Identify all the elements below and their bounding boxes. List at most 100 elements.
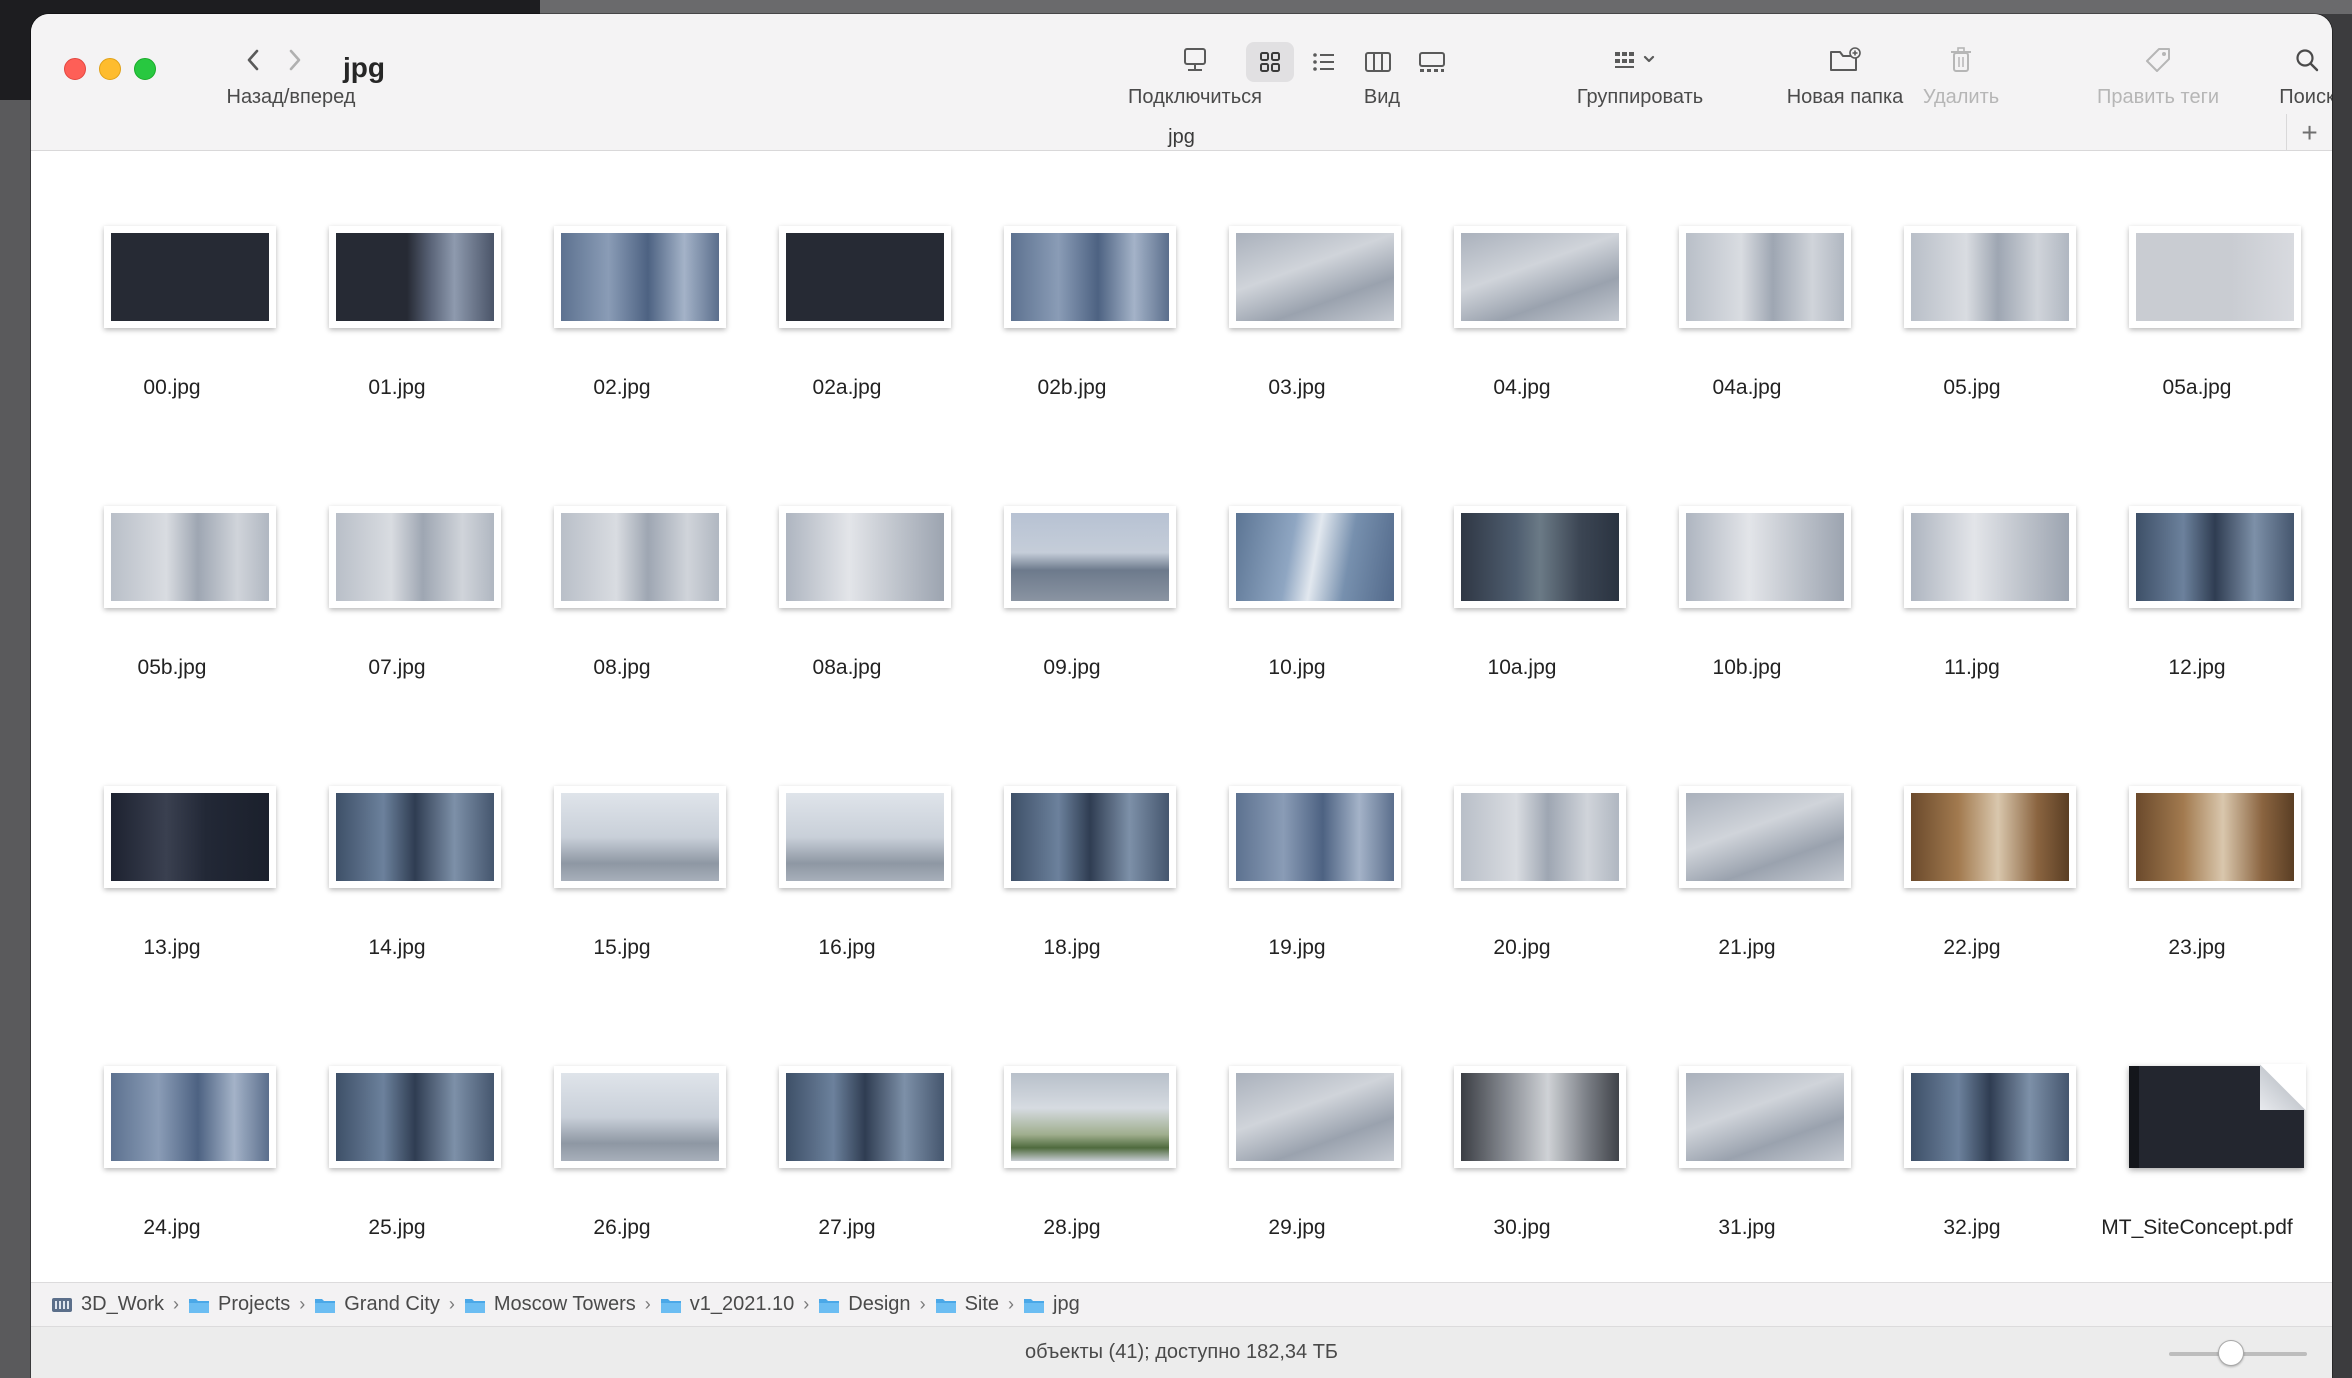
file-item-pdf[interactable]: MT_SiteConcept.pdf — [2084, 982, 2309, 1239]
file-item[interactable]: 18.jpg — [959, 702, 1184, 959]
file-item[interactable]: 29.jpg — [1184, 982, 1409, 1239]
tag-icon — [2138, 42, 2178, 78]
file-item[interactable]: 23.jpg — [2084, 702, 2309, 959]
file-item[interactable]: 02b.jpg — [959, 142, 1184, 399]
file-item[interactable]: 07.jpg — [284, 422, 509, 679]
thumbnail-image — [1911, 513, 2069, 601]
file-thumbnail — [1679, 506, 1851, 608]
file-item[interactable]: 28.jpg — [959, 982, 1184, 1239]
breadcrumb-separator-icon: › — [644, 1294, 651, 1314]
file-item[interactable]: 10.jpg — [1184, 422, 1409, 679]
breadcrumb-item[interactable]: Grand City — [314, 1293, 440, 1316]
thumbnail-image — [786, 1073, 944, 1161]
file-thumbnail — [1904, 226, 2076, 328]
file-item[interactable]: 12.jpg — [2084, 422, 2309, 679]
file-item[interactable]: 30.jpg — [1409, 982, 1634, 1239]
file-item[interactable]: 10b.jpg — [1634, 422, 1859, 679]
minimize-button[interactable] — [99, 58, 121, 80]
file-item[interactable]: 02.jpg — [509, 142, 734, 399]
file-item[interactable]: 22.jpg — [1859, 702, 2084, 959]
gallery-view-button[interactable] — [1408, 42, 1456, 82]
file-item[interactable]: 05.jpg — [1859, 142, 2084, 399]
file-grid: 00.jpg 01.jpg 02.jpg 02a.jpg 02b.jpg 03.jpg 04… — [31, 152, 2332, 1282]
file-thumbnail — [1904, 1066, 2076, 1168]
pdf-thumbnail — [2129, 1064, 2306, 1168]
thumbnail-image — [1236, 513, 1394, 601]
file-item[interactable]: 21.jpg — [1634, 702, 1859, 959]
breadcrumb-separator: › — [794, 1294, 818, 1315]
group-label: Группировать — [1576, 86, 1704, 108]
file-item[interactable]: 32.jpg — [1859, 982, 2084, 1239]
file-name: 02b.jpg — [1037, 376, 1107, 399]
breadcrumb-item[interactable]: jpg — [1023, 1293, 1080, 1316]
file-thumbnail — [104, 506, 276, 608]
chevron-right-icon — [289, 49, 301, 71]
file-thumbnail — [329, 786, 501, 888]
file-thumbnail — [554, 506, 726, 608]
breadcrumb-label: Design — [848, 1293, 911, 1315]
breadcrumb-label: v1_2021.10 — [689, 1293, 795, 1315]
file-item[interactable]: 20.jpg — [1409, 702, 1634, 959]
file-name: 08a.jpg — [812, 656, 882, 679]
file-item[interactable]: 19.jpg — [1184, 702, 1409, 959]
thumbnail-image — [336, 513, 494, 601]
file-name: 12.jpg — [2168, 656, 2226, 679]
file-item[interactable]: 27.jpg — [734, 982, 959, 1239]
file-thumbnail — [329, 506, 501, 608]
breadcrumb-item[interactable]: Design — [818, 1293, 911, 1316]
breadcrumb-item[interactable]: 3D_Work — [51, 1293, 164, 1316]
file-item[interactable]: 03.jpg — [1184, 142, 1409, 399]
file-item[interactable]: 15.jpg — [509, 702, 734, 959]
file-item[interactable]: 00.jpg — [59, 142, 284, 399]
breadcrumb-separator-icon: › — [1008, 1294, 1015, 1314]
thumbnail-image — [1686, 233, 1844, 321]
close-button[interactable] — [64, 58, 86, 80]
icon-size-slider-knob[interactable] — [2218, 1340, 2245, 1366]
view-mode-control[interactable] — [1246, 42, 1474, 82]
thumbnail-image — [1011, 793, 1169, 881]
file-item[interactable]: 08a.jpg — [734, 422, 959, 679]
list-view-button[interactable] — [1300, 42, 1348, 82]
file-item[interactable]: 04.jpg — [1409, 142, 1634, 399]
file-item[interactable]: 24.jpg — [59, 982, 284, 1239]
file-item[interactable]: 13.jpg — [59, 702, 284, 959]
file-item[interactable]: 05a.jpg — [2084, 142, 2309, 399]
breadcrumb-item[interactable]: Moscow Towers — [464, 1293, 636, 1316]
breadcrumb-item[interactable]: Site — [935, 1293, 999, 1316]
file-item[interactable]: 09.jpg — [959, 422, 1184, 679]
file-item[interactable]: 14.jpg — [284, 702, 509, 959]
file-item[interactable]: 04a.jpg — [1634, 142, 1859, 399]
file-name: 26.jpg — [593, 1216, 651, 1239]
thumbnail-image — [111, 233, 269, 321]
column-view-button[interactable] — [1354, 42, 1402, 82]
file-item[interactable]: 02a.jpg — [734, 142, 959, 399]
file-name: 01.jpg — [368, 376, 426, 399]
file-item[interactable]: 08.jpg — [509, 422, 734, 679]
forward-button[interactable] — [277, 42, 313, 78]
file-thumbnail — [1904, 786, 2076, 888]
icon-view-button[interactable] — [1246, 42, 1294, 82]
back-button[interactable] — [235, 42, 271, 78]
thumbnail-image — [786, 233, 944, 321]
breadcrumb-item[interactable]: Projects — [188, 1293, 290, 1316]
thumbnail-image — [1011, 1073, 1169, 1161]
file-name: 10b.jpg — [1712, 656, 1782, 679]
file-item[interactable]: 31.jpg — [1634, 982, 1859, 1239]
file-thumbnail — [2129, 506, 2301, 608]
file-name: 31.jpg — [1718, 1216, 1776, 1239]
file-item[interactable]: 25.jpg — [284, 982, 509, 1239]
file-item[interactable]: 01.jpg — [284, 142, 509, 399]
background-window-edge — [540, 0, 2352, 14]
folder-icon — [314, 1296, 336, 1313]
window-title: jpg — [343, 52, 385, 83]
file-item[interactable]: 10a.jpg — [1409, 422, 1634, 679]
breadcrumb-separator-icon: › — [919, 1294, 926, 1314]
file-item[interactable]: 26.jpg — [509, 982, 734, 1239]
file-item[interactable]: 11.jpg — [1859, 422, 2084, 679]
breadcrumb-separator-icon: › — [803, 1294, 810, 1314]
file-thumbnail — [779, 226, 951, 328]
breadcrumb-item[interactable]: v1_2021.10 — [660, 1293, 795, 1316]
file-item[interactable]: 05b.jpg — [59, 422, 284, 679]
file-item[interactable]: 16.jpg — [734, 702, 959, 959]
zoom-button[interactable] — [134, 58, 156, 80]
